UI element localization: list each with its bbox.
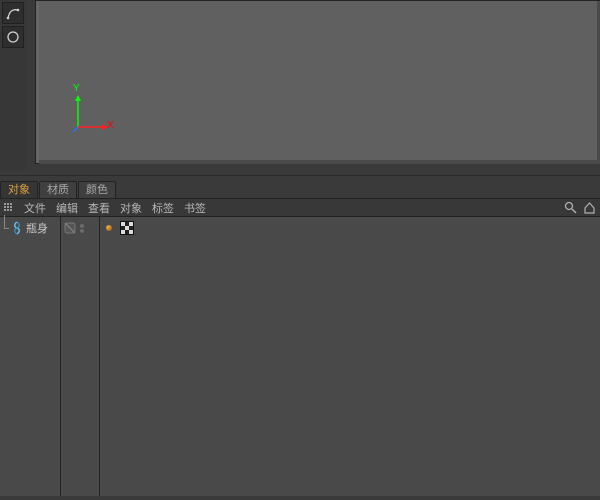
lathe-object-icon	[10, 221, 24, 235]
editor-visibility-dot[interactable]	[80, 224, 84, 228]
tab-objects[interactable]: 对象	[0, 181, 38, 198]
axis-gizmo-svg	[60, 87, 116, 143]
tool-button-2[interactable]	[2, 26, 24, 48]
viewport-canvas[interactable]	[39, 1, 599, 160]
left-toolbar	[0, 0, 26, 170]
panel-menubar: 文件 编辑 查看 对象 标签 书签	[0, 199, 600, 217]
search-icon[interactable]	[564, 201, 577, 214]
object-name-label[interactable]: 瓶身	[26, 220, 48, 236]
object-flags-column	[61, 217, 100, 496]
axis-label-y: Y	[73, 83, 80, 94]
panel-options-icon[interactable]	[4, 203, 14, 213]
viewport-3d[interactable]: Y X	[35, 0, 600, 164]
render-visibility-dot[interactable]	[80, 229, 84, 233]
texture-tag-icon[interactable]	[120, 221, 134, 235]
object-tree-column: 瓶身	[0, 217, 61, 496]
viewport-scrollbar-horizontal[interactable]	[39, 160, 600, 164]
tab-colors[interactable]: 颜色	[78, 181, 116, 198]
curve-tool-icon	[6, 6, 20, 20]
layer-color-icon[interactable]	[63, 221, 77, 235]
phong-tag-icon[interactable]	[102, 221, 116, 235]
menu-edit[interactable]: 编辑	[56, 200, 78, 216]
tool-button-1[interactable]	[2, 2, 24, 24]
object-manager-body: 瓶身	[0, 217, 600, 496]
panel-tabs: 对象 材质 颜色	[0, 181, 600, 199]
object-tree-row[interactable]: 瓶身	[0, 219, 60, 237]
menu-bookmarks[interactable]: 书签	[184, 200, 206, 216]
object-tags-row	[100, 219, 600, 237]
object-tags-column	[100, 217, 600, 496]
home-icon[interactable]	[583, 201, 596, 214]
menu-view[interactable]: 查看	[88, 200, 110, 216]
tree-connector-icon	[2, 221, 9, 235]
axis-gizmo: Y X	[60, 87, 116, 143]
menu-file[interactable]: 文件	[24, 200, 46, 216]
top-area: Y X	[0, 0, 600, 175]
tab-materials[interactable]: 材质	[39, 181, 77, 198]
menu-objects[interactable]: 对象	[120, 200, 142, 216]
menu-tags[interactable]: 标签	[152, 200, 174, 216]
circle-tool-icon	[6, 30, 20, 44]
visibility-dots[interactable]	[80, 224, 84, 233]
object-flags-row	[61, 219, 99, 237]
axis-label-x: X	[107, 120, 114, 131]
